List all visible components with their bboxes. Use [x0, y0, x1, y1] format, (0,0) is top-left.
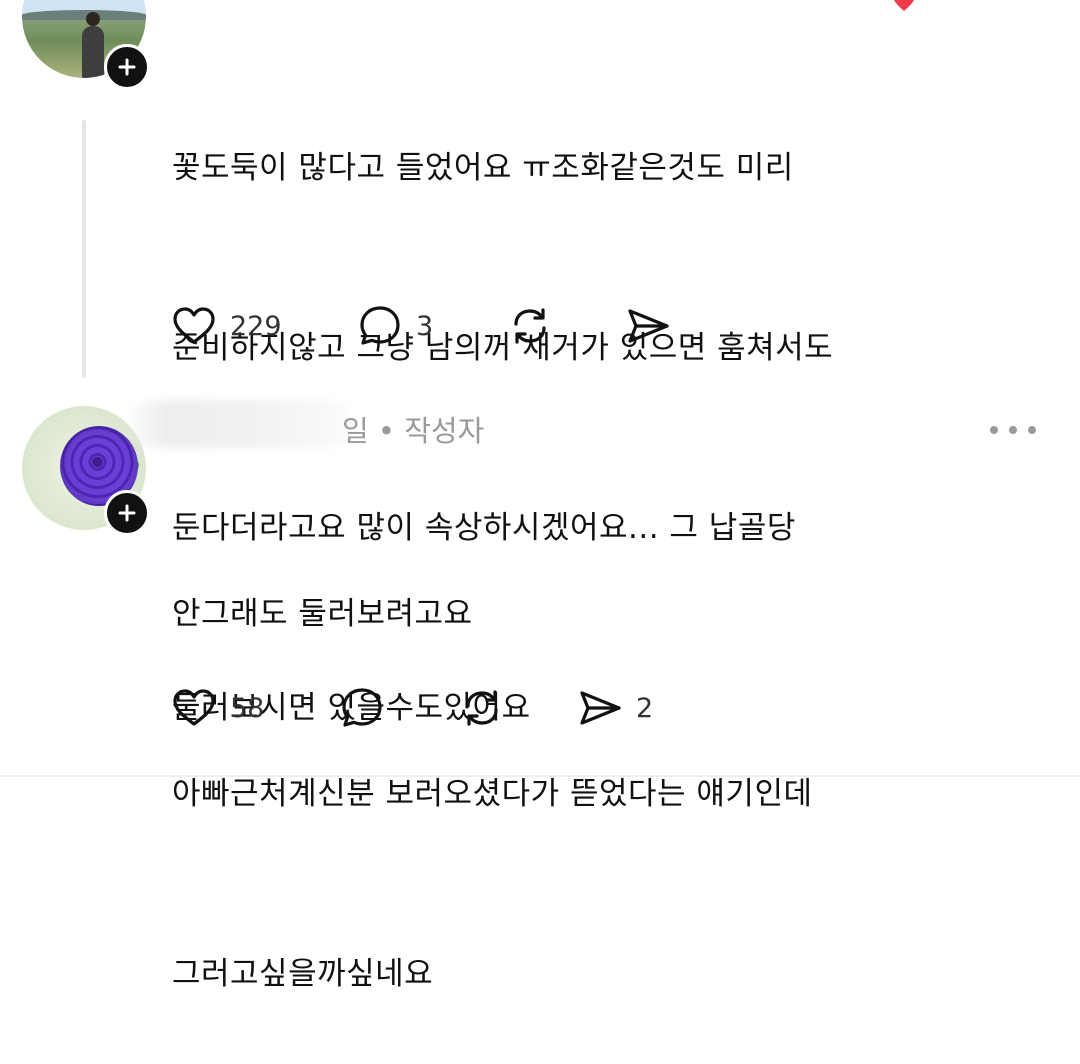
repost-icon [466, 690, 498, 726]
reply-button[interactable] [338, 684, 386, 732]
follow-button[interactable] [104, 44, 150, 90]
comment-line: 안그래도 둘러보려고요 [172, 596, 473, 632]
divider [0, 775, 1080, 777]
avatar-person [82, 12, 104, 78]
like-count: 58 [230, 692, 265, 724]
liked-heart-icon [894, 0, 914, 11]
repost-button[interactable] [458, 684, 506, 732]
like-button[interactable]: 58 [170, 684, 264, 732]
comment-bubble-icon [360, 306, 400, 345]
avatar-landscape [22, 10, 146, 20]
comment-line: 그러고싶을까싶네요 [172, 956, 434, 992]
like-button[interactable]: 229 [170, 302, 282, 350]
plus-icon [118, 58, 136, 76]
reply-button[interactable]: 3 [356, 302, 433, 350]
plus-icon [118, 504, 136, 522]
thread-connector-line [82, 120, 86, 378]
send-icon [628, 309, 669, 343]
heart-icon [173, 307, 215, 344]
repost-button[interactable] [506, 302, 554, 350]
like-count: 229 [230, 310, 282, 342]
dot [990, 426, 998, 434]
comment-bubble-icon [342, 688, 382, 727]
more-options-icon[interactable] [990, 420, 1036, 440]
reply-count: 3 [416, 310, 434, 342]
comment-line: 아빠근처계신분 보러오셨다가 뜯었다는 얘기인데 [172, 776, 813, 812]
comment-meta: 일 • 작성자 [342, 414, 485, 448]
blurred-username [128, 400, 354, 448]
repost-icon [514, 308, 546, 344]
heart-icon [173, 689, 215, 726]
comment-body: 안그래도 둘러보려고요 아빠근처계신분 보러오셨다가 뜯었다는 얘기인데 그러고… [172, 464, 812, 1064]
share-button[interactable] [624, 302, 672, 350]
dot [1028, 426, 1036, 434]
follow-button[interactable] [104, 490, 150, 536]
send-icon [580, 691, 621, 725]
dot [1009, 426, 1017, 434]
comment-line: 꽃도둑이 많다고 들었어요 ㅠ조화같은것도 미리 [172, 150, 794, 186]
share-count: 2 [636, 692, 654, 724]
share-button[interactable]: 2 [576, 684, 653, 732]
